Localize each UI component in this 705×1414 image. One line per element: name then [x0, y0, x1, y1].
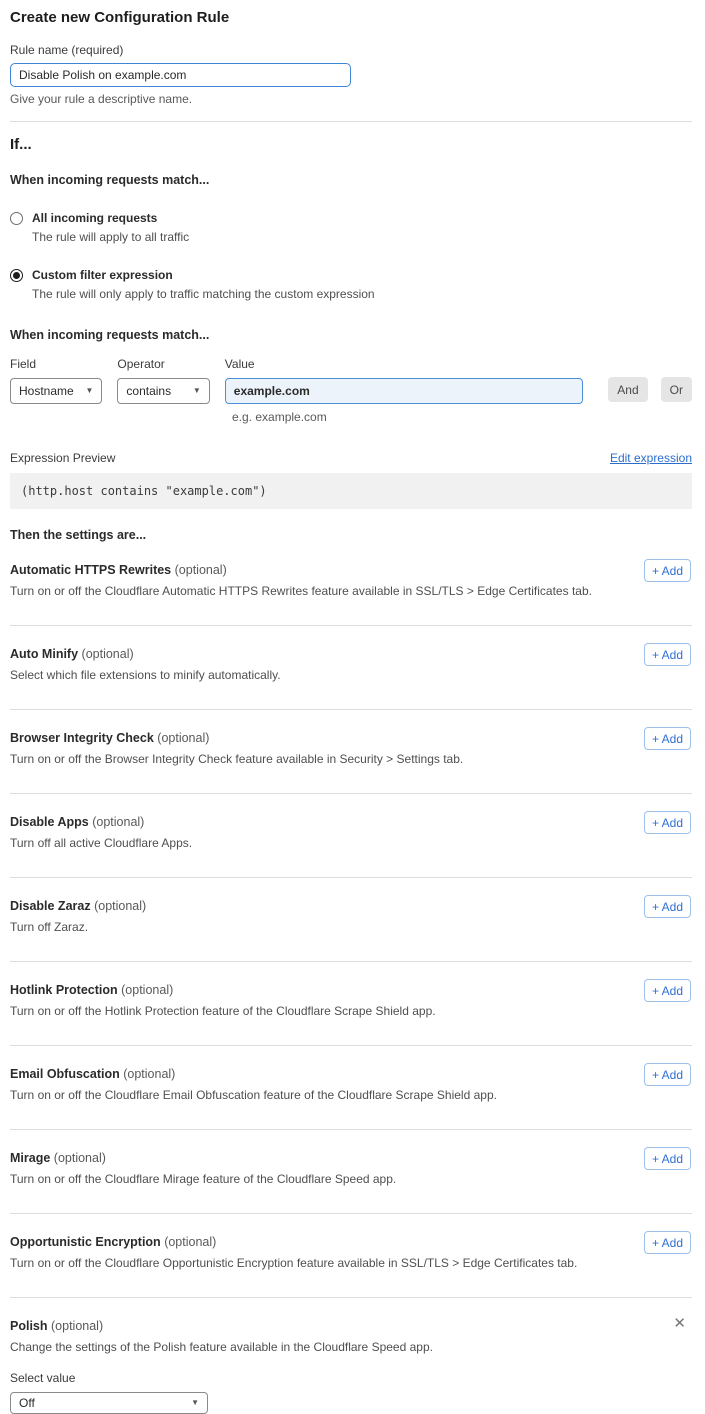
- setting-optional: (optional): [82, 647, 134, 661]
- radio-all-incoming-requests[interactable]: All incoming requests The rule will appl…: [10, 211, 692, 244]
- setting-description: Turn on or off the Browser Integrity Che…: [10, 752, 692, 766]
- setting-optional: (optional): [94, 899, 146, 913]
- section-divider: [10, 121, 692, 122]
- setting-optional: (optional): [121, 983, 173, 997]
- radio-label: Custom filter expression: [32, 268, 375, 282]
- setting-optional: (optional): [54, 1151, 106, 1165]
- setting-optional: (optional): [164, 1235, 216, 1249]
- add-button[interactable]: + Add: [644, 895, 691, 918]
- setting-row-browser-integrity-check: Browser Integrity Check (optional) Turn …: [10, 710, 692, 794]
- field-select[interactable]: Hostname ▼: [10, 378, 102, 404]
- add-button[interactable]: + Add: [644, 1147, 691, 1170]
- setting-name: Mirage: [10, 1151, 50, 1165]
- if-heading: If...: [10, 136, 692, 153]
- value-input[interactable]: [225, 378, 584, 404]
- setting-name: Email Obfuscation: [10, 1067, 120, 1081]
- operator-select-value: contains: [126, 384, 171, 398]
- setting-row-automatic-https-rewrites: Automatic HTTPS Rewrites (optional) Turn…: [10, 542, 692, 626]
- add-button[interactable]: + Add: [644, 559, 691, 582]
- setting-description: Turn on or off the Cloudflare Email Obfu…: [10, 1088, 692, 1102]
- radio-unchecked-icon[interactable]: [10, 212, 23, 225]
- polish-value-select[interactable]: Off ▼: [10, 1392, 208, 1414]
- setting-name: Browser Integrity Check: [10, 731, 154, 745]
- setting-description: Turn on or off the Cloudflare Opportunis…: [10, 1256, 692, 1270]
- close-icon[interactable]: ✕: [673, 1316, 686, 1331]
- add-button[interactable]: + Add: [644, 979, 691, 1002]
- radio-description: The rule will only apply to traffic matc…: [32, 287, 375, 301]
- rule-name-help: Give your rule a descriptive name.: [10, 92, 692, 106]
- operator-select[interactable]: contains ▼: [117, 378, 209, 404]
- match-heading: When incoming requests match...: [10, 173, 692, 187]
- setting-optional: (optional): [51, 1319, 103, 1333]
- setting-row-disable-zaraz: Disable Zaraz (optional) Turn off Zaraz.…: [10, 878, 692, 962]
- value-help: e.g. example.com: [232, 410, 692, 424]
- setting-row-opportunistic-encryption: Opportunistic Encryption (optional) Turn…: [10, 1214, 692, 1298]
- field-select-value: Hostname: [19, 384, 74, 398]
- setting-name: Opportunistic Encryption: [10, 1235, 161, 1249]
- radio-checked-icon[interactable]: [10, 269, 23, 282]
- setting-row-disable-apps: Disable Apps (optional) Turn off all act…: [10, 794, 692, 878]
- edit-expression-link[interactable]: Edit expression: [610, 451, 692, 465]
- polish-select-value: Off: [19, 1396, 35, 1410]
- then-settings-heading: Then the settings are...: [10, 528, 692, 542]
- expression-preview-label: Expression Preview: [10, 451, 115, 465]
- setting-description: Turn off Zaraz.: [10, 920, 692, 934]
- expression-builder-heading: When incoming requests match...: [10, 328, 692, 342]
- setting-optional: (optional): [175, 563, 227, 577]
- setting-name: Disable Apps: [10, 815, 89, 829]
- page-title: Create new Configuration Rule: [10, 9, 692, 26]
- setting-optional: (optional): [157, 731, 209, 745]
- setting-name: Hotlink Protection: [10, 983, 118, 997]
- setting-row-hotlink-protection: Hotlink Protection (optional) Turn on or…: [10, 962, 692, 1046]
- field-label: Field: [10, 357, 102, 371]
- setting-name: Auto Minify: [10, 647, 78, 661]
- and-button[interactable]: And: [608, 377, 647, 402]
- rule-name-group: Rule name (required) Give your rule a de…: [10, 43, 692, 106]
- setting-row-polish: Polish (optional) Change the settings of…: [10, 1298, 692, 1414]
- setting-optional: (optional): [123, 1067, 175, 1081]
- chevron-down-icon: ▼: [193, 387, 201, 395]
- add-button[interactable]: + Add: [644, 643, 691, 666]
- add-button[interactable]: + Add: [644, 1063, 691, 1086]
- setting-optional: (optional): [92, 815, 144, 829]
- radio-description: The rule will apply to all traffic: [32, 230, 189, 244]
- value-label: Value: [225, 357, 584, 371]
- select-value-label: Select value: [10, 1371, 692, 1385]
- chevron-down-icon: ▼: [85, 387, 93, 395]
- setting-row-auto-minify: Auto Minify (optional) Select which file…: [10, 626, 692, 710]
- or-button[interactable]: Or: [661, 377, 692, 402]
- setting-name: Polish: [10, 1319, 48, 1333]
- expression-builder-row: Field Hostname ▼ Operator contains ▼ Val…: [10, 357, 692, 404]
- add-button[interactable]: + Add: [644, 811, 691, 834]
- rule-name-label: Rule name (required): [10, 43, 692, 57]
- setting-row-mirage: Mirage (optional) Turn on or off the Clo…: [10, 1130, 692, 1214]
- radio-label: All incoming requests: [32, 211, 189, 225]
- add-button[interactable]: + Add: [644, 1231, 691, 1254]
- setting-name: Disable Zaraz: [10, 899, 91, 913]
- setting-description: Turn on or off the Cloudflare Automatic …: [10, 584, 692, 598]
- rule-name-input[interactable]: [10, 63, 351, 87]
- setting-row-email-obfuscation: Email Obfuscation (optional) Turn on or …: [10, 1046, 692, 1130]
- operator-label: Operator: [117, 357, 209, 371]
- chevron-down-icon: ▼: [191, 1399, 199, 1407]
- radio-custom-filter-expression[interactable]: Custom filter expression The rule will o…: [10, 268, 692, 301]
- setting-description: Turn off all active Cloudflare Apps.: [10, 836, 692, 850]
- setting-description: Turn on or off the Cloudflare Mirage fea…: [10, 1172, 692, 1186]
- setting-description: Select which file extensions to minify a…: [10, 668, 692, 682]
- setting-description: Change the settings of the Polish featur…: [10, 1340, 692, 1354]
- add-button[interactable]: + Add: [644, 727, 691, 750]
- setting-description: Turn on or off the Hotlink Protection fe…: [10, 1004, 692, 1018]
- create-configuration-rule-page: Create new Configuration Rule Rule name …: [0, 0, 705, 1414]
- setting-name: Automatic HTTPS Rewrites: [10, 563, 171, 577]
- expression-preview-code: (http.host contains "example.com"): [10, 473, 692, 509]
